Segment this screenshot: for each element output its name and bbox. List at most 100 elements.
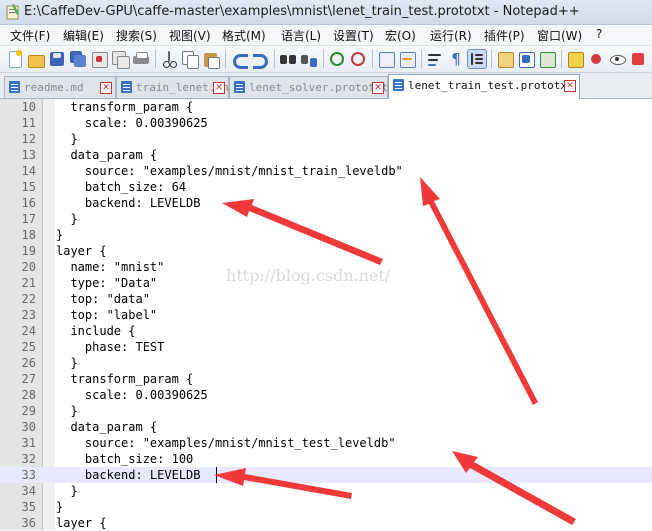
record-macro-icon[interactable] (629, 50, 647, 68)
zoom-in-icon[interactable] (328, 50, 346, 68)
new-file-icon[interactable] (6, 50, 24, 68)
code-text: data_param { (56, 420, 158, 434)
code-line[interactable]: 30 data_param { (0, 419, 652, 435)
tab-train-lenet[interactable]: train_lenet.sh ✕ (116, 76, 229, 98)
code-line[interactable]: 10 transform_param { (0, 99, 652, 115)
code-text: include { (56, 324, 136, 338)
zoom-out-icon[interactable] (349, 50, 367, 68)
menu-format[interactable]: 格式(M) (222, 27, 266, 44)
redo-icon[interactable] (251, 50, 269, 69)
menu-file[interactable]: 文件(F) (10, 27, 50, 44)
code-text: } (56, 500, 64, 514)
code-line[interactable]: 16 backend: LEVELDB (0, 195, 652, 211)
code-line[interactable]: 26 } (0, 355, 652, 371)
paste-icon[interactable] (202, 50, 220, 69)
line-number: 13 (21, 148, 36, 162)
find-icon[interactable] (279, 50, 297, 68)
function-list-icon[interactable] (538, 50, 556, 68)
save-all-icon[interactable] (69, 50, 87, 68)
cut-icon[interactable] (160, 50, 178, 68)
code-text: data_param { (56, 148, 158, 162)
tab-lenet-train-test[interactable]: lenet_train_test.prototxt ✕ (388, 74, 580, 99)
code-line[interactable]: 28 scale: 0.00390625 (0, 387, 652, 403)
current-code-line[interactable]: 33 backend: LEVELDB (0, 467, 652, 483)
code-line[interactable]: 18} (0, 227, 652, 243)
code-line[interactable]: 11 scale: 0.00390625 (0, 115, 652, 131)
close-all-icon[interactable] (111, 50, 130, 69)
code-line[interactable]: 29 } (0, 403, 652, 419)
user-define-icon[interactable] (496, 50, 514, 68)
line-number: 14 (21, 164, 36, 178)
open-file-icon[interactable] (27, 50, 45, 68)
close-icon[interactable]: ✕ (100, 82, 112, 94)
tab-readme[interactable]: readme.md ✕ (4, 76, 116, 98)
code-text: transform_param { (56, 100, 194, 114)
sync-horizontal-icon[interactable] (398, 50, 416, 68)
line-number: 25 (21, 340, 36, 354)
line-number: 21 (21, 276, 36, 290)
menu-help[interactable]: ? (596, 27, 602, 41)
code-text: name: "mnist" (56, 260, 165, 274)
code-text: } (56, 356, 78, 370)
menu-plugins[interactable]: 插件(P) (484, 27, 525, 44)
code-line[interactable]: 21 type: "Data" (0, 275, 652, 291)
close-icon[interactable]: ✕ (213, 82, 225, 94)
code-line[interactable]: 12 } (0, 131, 652, 147)
window-title: E:\CaffeDev-GPU\caffe-master\examples\mn… (24, 4, 580, 19)
line-number: 23 (21, 308, 36, 322)
code-text: top: "data" (56, 292, 150, 306)
code-line[interactable]: 22 top: "data" (0, 291, 652, 307)
file-icon (234, 81, 245, 93)
close-icon[interactable]: ✕ (372, 82, 384, 94)
code-line[interactable]: 36 layer { (0, 515, 652, 531)
sync-vertical-icon[interactable] (377, 50, 395, 68)
code-line[interactable]: 24 include { (0, 323, 652, 339)
code-line[interactable]: 34 } (0, 483, 652, 499)
monitor-icon[interactable] (566, 50, 584, 68)
menu-run[interactable]: 运行(R) (430, 27, 472, 44)
line-number: 31 (21, 436, 36, 450)
record-macro-icon[interactable] (587, 50, 605, 68)
code-text: layer { (56, 516, 107, 530)
code-text: phase: TEST (56, 340, 165, 354)
doc-map-icon[interactable] (517, 50, 535, 68)
menu-search[interactable]: 搜索(S) (116, 27, 157, 44)
code-text: type: "Data" (56, 276, 158, 290)
code-line[interactable]: 27 transform_param { (0, 371, 652, 387)
show-all-chars-icon[interactable]: ¶ (447, 50, 465, 68)
undo-icon[interactable] (230, 50, 248, 69)
line-number: 10 (21, 100, 36, 114)
code-line[interactable]: 13 data_param { (0, 147, 652, 163)
code-line[interactable]: 15 batch_size: 64 (0, 179, 652, 195)
close-icon[interactable]: ✕ (564, 80, 576, 92)
indent-guide-icon[interactable] (467, 49, 487, 69)
menu-language[interactable]: 语言(L) (281, 27, 321, 44)
menu-edit[interactable]: 编辑(E) (63, 27, 104, 44)
code-line[interactable]: 20 name: "mnist" (0, 259, 652, 275)
print-icon[interactable] (132, 50, 150, 68)
code-line[interactable]: 17 } (0, 211, 652, 227)
code-line[interactable]: 25 phase: TEST (0, 339, 652, 355)
replace-icon[interactable] (300, 50, 318, 68)
code-line[interactable]: 14 source: "examples/mnist/mnist_train_l… (0, 163, 652, 179)
code-line[interactable]: 35} (0, 499, 652, 515)
menu-window[interactable]: 窗口(W) (537, 27, 582, 44)
code-line[interactable]: 23 top: "label" (0, 307, 652, 323)
save-icon[interactable] (48, 50, 66, 68)
line-number: 27 (21, 372, 36, 386)
menu-macro[interactable]: 宏(O) (385, 27, 416, 44)
notepadpp-app-icon (6, 4, 19, 20)
menu-view[interactable]: 视图(V) (169, 27, 211, 44)
code-editor[interactable]: 10 transform_param { 11 scale: 0.0039062… (0, 99, 652, 530)
tab-lenet-solver[interactable]: lenet_solver.prototxt ✕ (229, 76, 388, 98)
word-wrap-icon[interactable] (426, 50, 444, 68)
menu-settings[interactable]: 设置(T) (333, 27, 374, 44)
copy-icon[interactable] (181, 50, 199, 69)
code-line[interactable]: 31 source: "examples/mnist/mnist_test_le… (0, 435, 652, 451)
code-line[interactable]: 32 batch_size: 100 (0, 451, 652, 467)
view-icon[interactable] (608, 50, 626, 68)
file-icon (393, 79, 404, 91)
close-icon[interactable] (90, 50, 108, 68)
code-line[interactable]: 19 layer { (0, 243, 652, 259)
code-text: top: "label" (56, 308, 158, 322)
